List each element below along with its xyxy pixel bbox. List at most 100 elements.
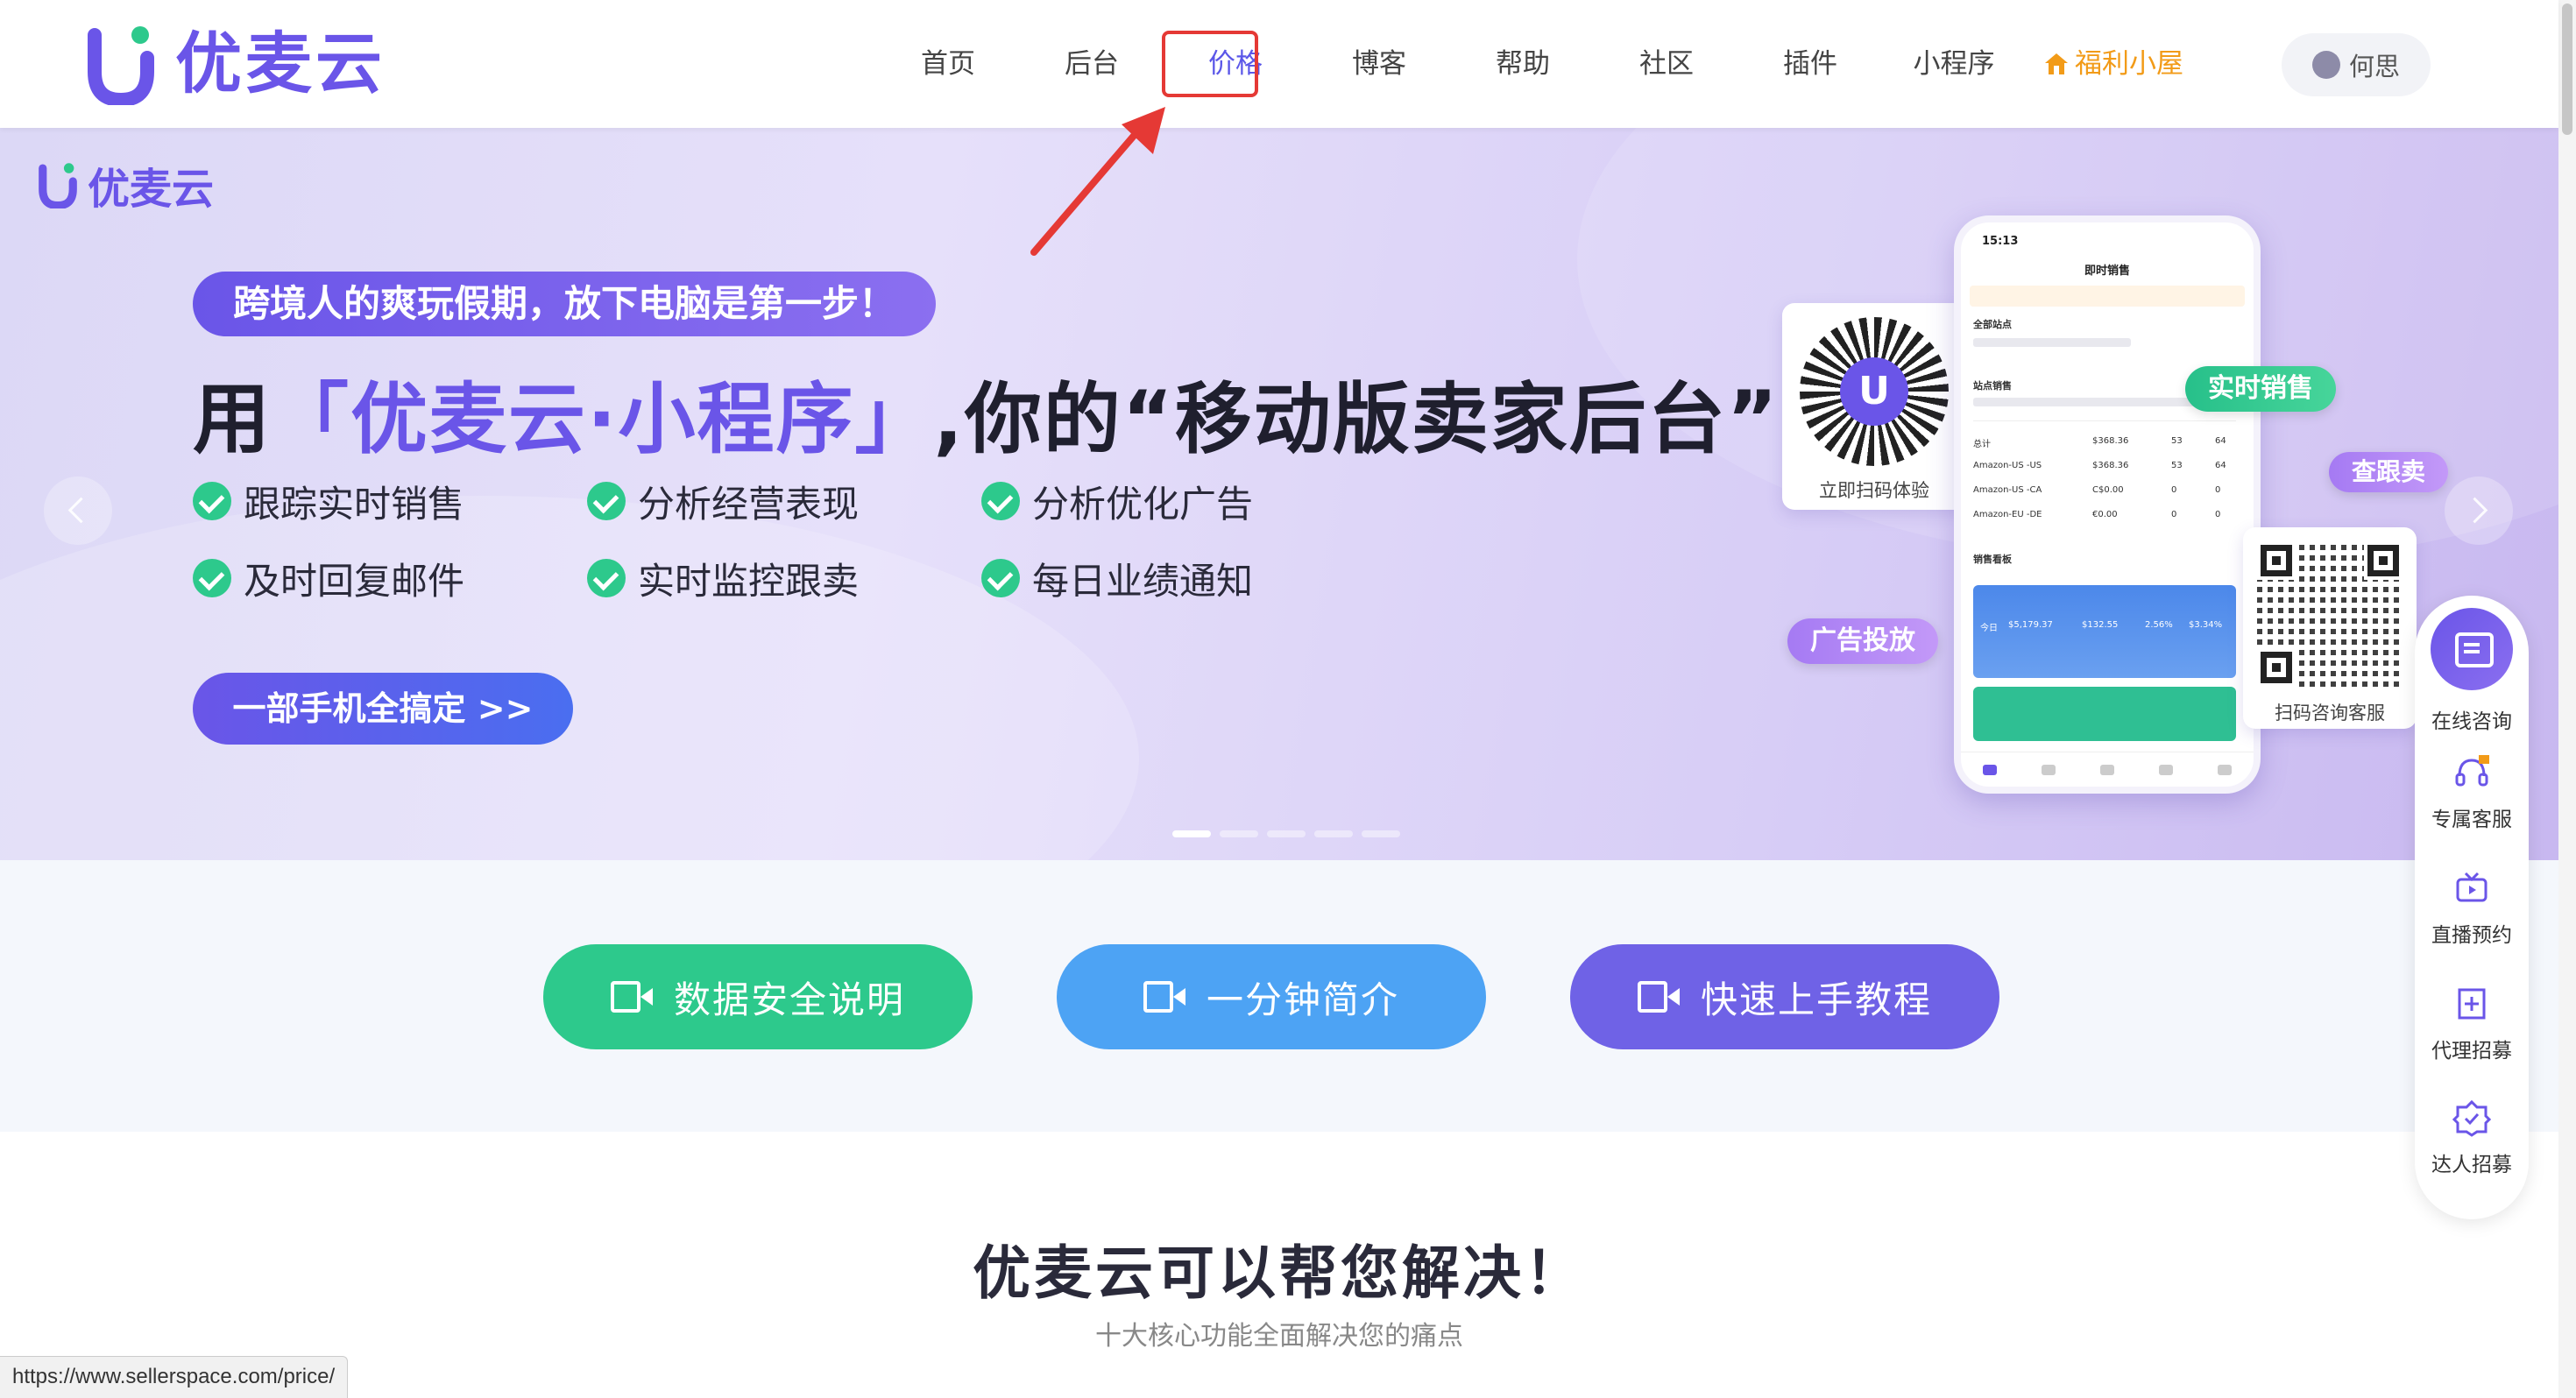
phone-section-sales: 站点销售 (1973, 380, 2012, 392)
side-item-label: 达人招募 (2431, 1154, 2512, 1176)
page-scrollbar[interactable] (2558, 0, 2576, 1398)
feature-item: 分析优化广告 (981, 478, 1376, 526)
phone-row-amount: $368.36 (2092, 461, 2129, 470)
nav-home[interactable]: 首页 (876, 0, 1020, 128)
home-icon (2045, 53, 2068, 74)
nav-plugin[interactable]: 插件 (1738, 0, 1882, 128)
phone-title: 即时销售 (2084, 265, 2130, 278)
badge-icon (2452, 1099, 2492, 1137)
phone-tab-icon (2158, 764, 2173, 775)
banner-headline: 用「优麦云·小程序」,你的“移动版卖家后台” (193, 357, 1780, 469)
carousel-dot[interactable] (1267, 830, 1306, 837)
miniprogram-qr-card: U 立即扫码体验 (1782, 303, 1966, 510)
tutorial-video-button[interactable]: 快速上手教程 (1570, 944, 1999, 1049)
side-item-agent-recruit[interactable]: 代理招募 (2415, 985, 2529, 1063)
board-value: 2.56% (2145, 620, 2173, 630)
user-name: 何思 (2348, 52, 2400, 81)
board-value: $132.55 (2082, 620, 2119, 630)
video-section: 数据安全说明 一分钟简介 快速上手教程 (0, 860, 2558, 1132)
check-icon (193, 482, 231, 520)
carousel-prev-button[interactable] (44, 477, 112, 545)
video-camera-icon (1637, 981, 1680, 1013)
online-consult-icon[interactable] (2431, 608, 2513, 690)
side-item-label: 代理招募 (2431, 1040, 2512, 1063)
phone-divider (1973, 420, 2236, 421)
phone-section-site: 全部站点 (1973, 319, 2012, 330)
carousel-dot[interactable] (1172, 830, 1211, 837)
phone-row-amount: €0.00 (2092, 510, 2118, 519)
nav-community[interactable]: 社区 (1595, 0, 1738, 128)
nav-help[interactable]: 帮助 (1451, 0, 1595, 128)
floating-side-panel: 在线咨询 专属客服 直播预约 代理招募 达人招募 (2415, 596, 2529, 1219)
side-item-label: 专属客服 (2431, 808, 2512, 831)
banner-logo-text: 优麦云 (88, 165, 215, 214)
phone-row-label: Amazon-US -CA (1973, 485, 2042, 495)
headset-icon (2455, 755, 2489, 787)
logo-text: 优麦云 (175, 25, 386, 102)
phone-row-units: 0 (2215, 485, 2221, 495)
phone-notice-bar (1970, 286, 2245, 307)
plus-square-icon (2458, 988, 2486, 1020)
phone-tab-icon (2217, 764, 2232, 775)
carousel-dot[interactable] (1314, 830, 1353, 837)
carousel-dot[interactable] (1362, 830, 1400, 837)
side-item-influencer-recruit[interactable]: 达人招募 (2415, 1098, 2529, 1177)
phone-row-orders: 0 (2171, 510, 2177, 519)
check-icon (981, 482, 1020, 520)
phone-tab-icon (2099, 764, 2114, 775)
feature-label: 及时回复邮件 (244, 559, 465, 603)
site-logo[interactable]: 优麦云 (88, 23, 386, 105)
scrollbar-thumb[interactable] (2562, 4, 2572, 135)
ads-pill: 广告投放 (1787, 618, 1938, 664)
phone-row-orders: 53 (2171, 436, 2183, 446)
feature-item: 跟踪实时销售 (193, 478, 587, 526)
hero-banner: 优麦云 跨境人的爽玩假期，放下电脑是第一步！ 用「优麦云·小程序」,你的“移动版… (0, 128, 2558, 860)
phone-tabbar (1961, 752, 2254, 787)
feature-label: 跟踪实时销售 (244, 482, 465, 526)
intro-video-button[interactable]: 一分钟简介 (1057, 944, 1486, 1049)
check-icon (981, 559, 1020, 597)
banner-cta-button[interactable]: 一部手机全搞定 >> (193, 673, 573, 745)
feature-item: 每日业绩通知 (981, 555, 1376, 603)
phone-row-units: 0 (2215, 510, 2221, 519)
carousel-dots (1172, 830, 1400, 837)
qr-finder-pattern (2367, 545, 2399, 576)
side-item-live-booking[interactable]: 直播预约 (2415, 869, 2529, 948)
headline-accent: 「优麦云·小程序」 (272, 374, 934, 464)
side-item-dedicated-service[interactable]: 专属客服 (2415, 753, 2529, 832)
logo-u-icon (39, 163, 77, 208)
phone-row-orders: 0 (2171, 485, 2177, 495)
phone-status-time: 15:13 (1982, 235, 2019, 248)
phone-section-board: 销售看板 (1973, 554, 2012, 565)
nav-miniprogram[interactable]: 小程序 (1882, 0, 2026, 128)
feature-label: 每日业绩通知 (1032, 559, 1254, 603)
phone-tab-icon (1983, 764, 1998, 775)
qr-logo-icon: U (1840, 357, 1908, 426)
feature-label: 分析优化广告 (1032, 482, 1254, 526)
user-menu-button[interactable]: 何思 (2282, 33, 2431, 96)
side-item-label: 直播预约 (2431, 924, 2512, 947)
nav-welfare-label: 福利小屋 (2075, 48, 2183, 80)
nav-welfare[interactable]: 福利小屋 (2026, 0, 2201, 128)
user-avatar-icon (2311, 51, 2340, 79)
carousel-dot[interactable] (1220, 830, 1258, 837)
nav-blog[interactable]: 博客 (1307, 0, 1451, 128)
realtime-sales-pill: 实时销售 (2185, 366, 2336, 412)
feature-item: 及时回复邮件 (193, 555, 587, 603)
feature-label: 实时监控跟卖 (638, 559, 860, 603)
video-button-label: 数据安全说明 (673, 978, 905, 1021)
link-status-bar: https://www.sellerspace.com/price/ (0, 1356, 349, 1398)
video-camera-icon (610, 981, 653, 1013)
phone-row-amount: $368.36 (2092, 436, 2129, 446)
data-security-video-button[interactable]: 数据安全说明 (543, 944, 973, 1049)
side-item-online-consult[interactable]: 在线咨询 (2415, 697, 2529, 734)
board-value: $5,179.37 (2008, 620, 2053, 630)
video-button-label: 快速上手教程 (1700, 978, 1932, 1021)
board-value: $3.34% (2189, 620, 2223, 630)
feature-list: 跟踪实时销售 分析经营表现 分析优化广告 及时回复邮件 实时监控跟卖 每日业绩通… (193, 478, 1402, 603)
phone-sales-board: 今日 $5,179.37 $132.55 2.56% $3.34% (1973, 585, 2236, 678)
logo-u-icon (88, 26, 154, 105)
red-arrow-annotation (1030, 107, 1165, 256)
feature-item: 分析经营表现 (587, 478, 981, 526)
carousel-next-button[interactable] (2445, 477, 2513, 545)
